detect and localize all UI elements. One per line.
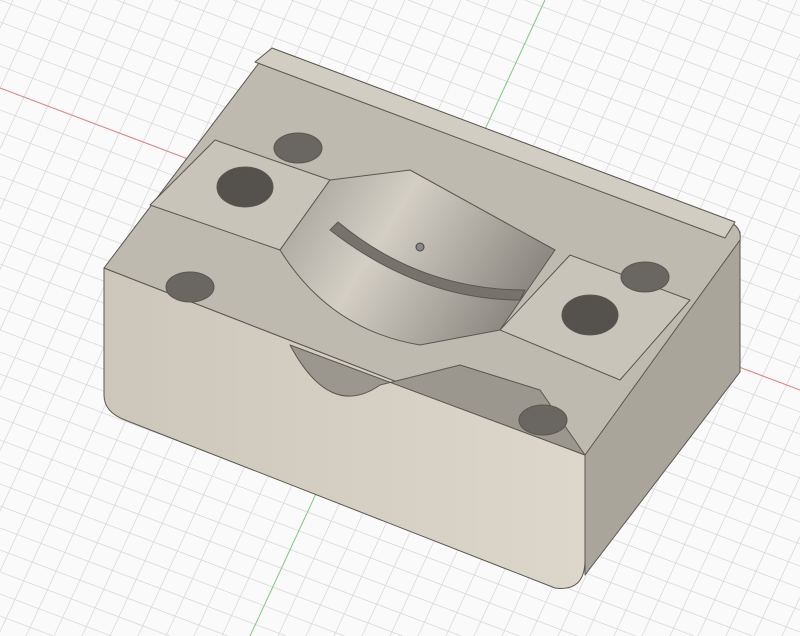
- grid-line: [0, 615, 54, 636]
- grid-line: [781, 597, 800, 636]
- grid-line: [753, 536, 800, 636]
- grid-line: [0, 0, 14, 29]
- grid-line: [582, 0, 800, 83]
- bolt-hole: [216, 166, 274, 208]
- grid-line: [699, 0, 800, 39]
- grid-line: [0, 0, 42, 89]
- grid-line: [0, 0, 126, 270]
- grid-line: [725, 476, 800, 636]
- grid-line: [0, 0, 98, 210]
- bolt-hole: [165, 271, 215, 303]
- viewport-canvas[interactable]: [0, 0, 800, 636]
- grid-line: [0, 505, 345, 636]
- bolt-hole: [518, 404, 568, 436]
- cad-viewport[interactable]: [0, 0, 800, 636]
- bolt-hole: [620, 261, 670, 293]
- bolt-hole: [561, 294, 619, 336]
- grid-line: [0, 549, 228, 636]
- grid-line: [697, 415, 800, 636]
- grid-line: [640, 0, 800, 61]
- grid-line: [0, 527, 287, 636]
- grid-line: [0, 593, 112, 636]
- origin-point-icon[interactable]: [415, 242, 425, 252]
- bolt-hole: [273, 132, 323, 164]
- grid-line: [0, 0, 70, 149]
